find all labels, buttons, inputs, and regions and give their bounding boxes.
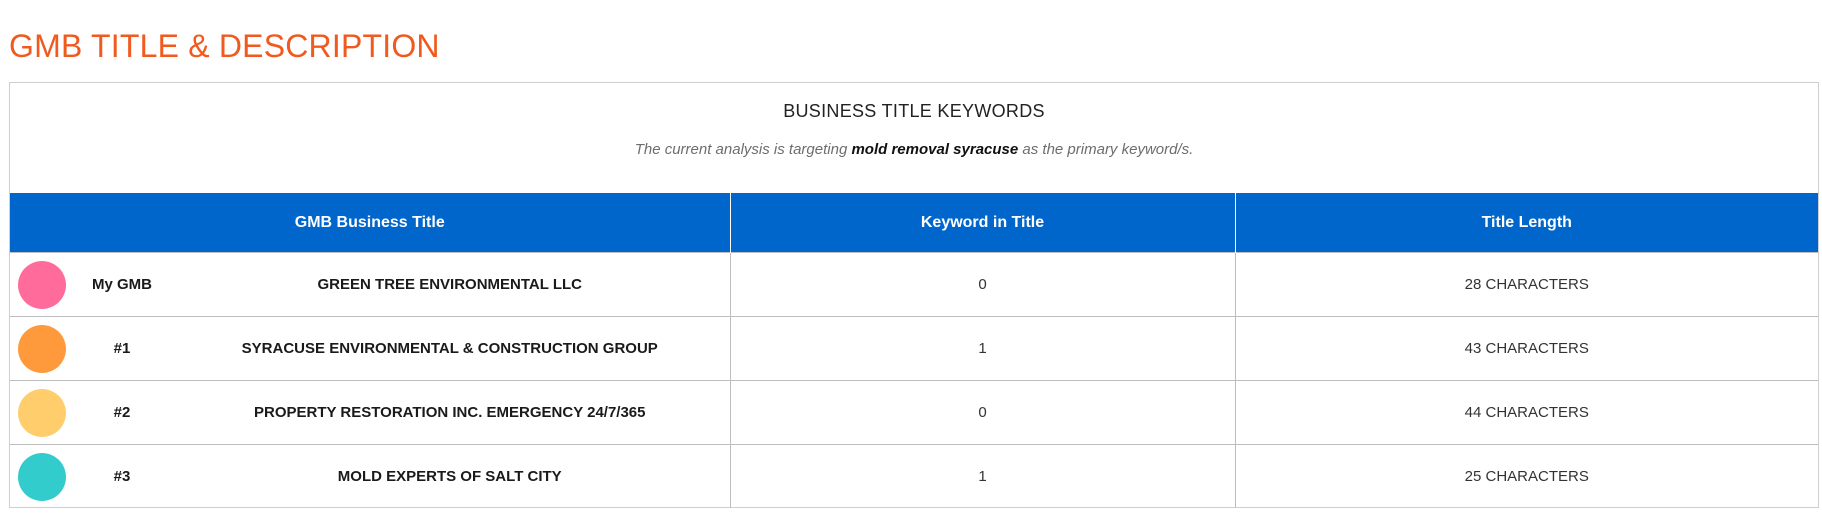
title-keywords-panel: BUSINESS TITLE KEYWORDS The current anal… <box>9 82 1819 508</box>
rank-label: My GMB <box>92 276 152 293</box>
table-row: #3 MOLD EXPERTS OF SALT CITY 1 25 CHARAC… <box>10 444 1818 508</box>
title-length: 25 CHARACTERS <box>1235 444 1818 508</box>
business-title-cell: #2 PROPERTY RESTORATION INC. EMERGENCY 2… <box>10 380 731 445</box>
column-header-business-title: GMB Business Title <box>10 193 731 253</box>
primary-keyword: mold removal syracuse <box>851 141 1019 158</box>
keyword-count: 0 <box>730 380 1236 445</box>
color-swatch <box>18 325 66 373</box>
business-name: SYRACUSE ENVIRONMENTAL & CONSTRUCTION GR… <box>241 340 658 357</box>
table-header-row: GMB Business Title Keyword in Title Titl… <box>10 193 1818 253</box>
keyword-count: 0 <box>730 252 1236 317</box>
table-row: #1 SYRACUSE ENVIRONMENTAL & CONSTRUCTION… <box>10 316 1818 381</box>
rank-label: #1 <box>113 340 131 357</box>
business-name: MOLD EXPERTS OF SALT CITY <box>337 468 562 485</box>
rank-label: #2 <box>113 404 131 421</box>
rank-label: #3 <box>113 468 131 485</box>
business-name: PROPERTY RESTORATION INC. EMERGENCY 24/7… <box>254 404 646 421</box>
analysis-note: The current analysis is targeting mold r… <box>10 123 1818 160</box>
business-title-cell: #1 SYRACUSE ENVIRONMENTAL & CONSTRUCTION… <box>10 316 731 381</box>
title-length: 28 CHARACTERS <box>1235 252 1818 317</box>
keyword-count: 1 <box>730 316 1236 381</box>
analysis-note-prefix: The current analysis is targeting <box>634 141 852 158</box>
title-keywords-table: GMB Business Title Keyword in Title Titl… <box>10 193 1818 508</box>
table-row: My GMB GREEN TREE ENVIRONMENTAL LLC 0 28… <box>10 252 1818 317</box>
panel-header: BUSINESS TITLE KEYWORDS The current anal… <box>10 83 1818 193</box>
section-title: GMB TITLE & DESCRIPTION <box>9 28 440 64</box>
business-title-cell: My GMB GREEN TREE ENVIRONMENTAL LLC <box>10 252 731 317</box>
column-header-title-length: Title Length <box>1235 193 1818 253</box>
color-swatch <box>18 261 66 309</box>
business-title-cell: #3 MOLD EXPERTS OF SALT CITY <box>10 444 731 508</box>
color-swatch <box>18 453 66 501</box>
panel-heading: BUSINESS TITLE KEYWORDS <box>783 101 1045 121</box>
color-swatch <box>18 389 66 437</box>
column-header-keyword-in-title: Keyword in Title <box>730 193 1236 253</box>
title-length: 44 CHARACTERS <box>1235 380 1818 445</box>
keyword-count: 1 <box>730 444 1236 508</box>
table-row: #2 PROPERTY RESTORATION INC. EMERGENCY 2… <box>10 380 1818 445</box>
page: GMB TITLE & DESCRIPTION BUSINESS TITLE K… <box>0 0 1822 513</box>
business-name: GREEN TREE ENVIRONMENTAL LLC <box>317 276 582 293</box>
analysis-note-suffix: as the primary keyword/s. <box>1018 141 1194 158</box>
title-length: 43 CHARACTERS <box>1235 316 1818 381</box>
